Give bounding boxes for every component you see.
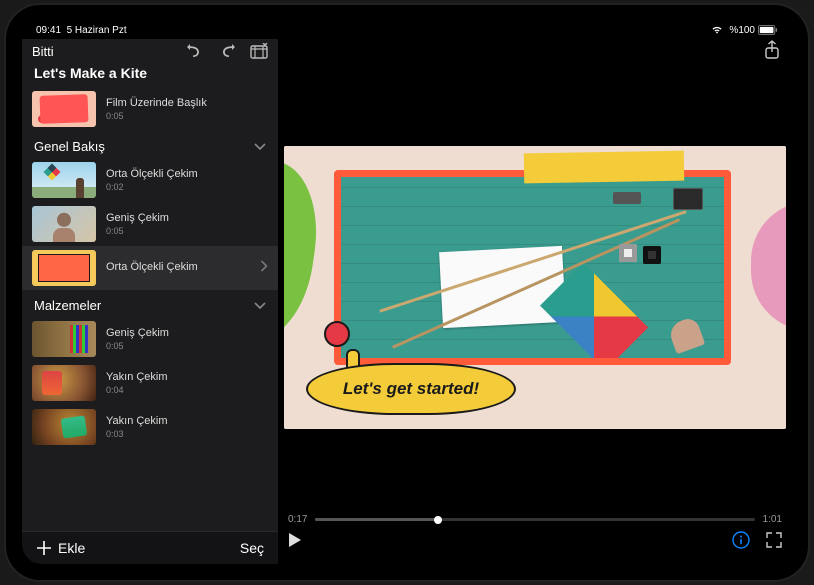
bubble-text: Let's get started!	[343, 379, 479, 399]
timeline: 0:17 1:01	[288, 514, 782, 525]
video-area[interactable]: Let's get started!	[278, 65, 792, 510]
status-date: 5 Haziran Pzt	[67, 25, 127, 36]
screen: 09:41 5 Haziran Pzt %100 Bitti	[22, 21, 792, 564]
status-right: %100	[711, 25, 778, 36]
clip-info: Orta Ölçekli Çekim	[106, 261, 250, 275]
chevron-right-icon	[260, 259, 268, 277]
ipad-frame: 09:41 5 Haziran Pzt %100 Bitti	[6, 5, 808, 580]
clip-row[interactable]: Geniş Çekim 0:05	[22, 317, 278, 361]
clip-duration: 0:05	[106, 111, 268, 121]
scrubber-track[interactable]	[315, 518, 754, 521]
clip-info: Geniş Çekim 0:05	[106, 212, 268, 236]
section-title: Malzemeler	[34, 298, 101, 313]
chevron-down-icon	[254, 298, 266, 313]
speech-bubble: Let's get started!	[306, 363, 516, 415]
clip-thumbnail	[32, 250, 96, 286]
playback-controls: 0:17 1:01	[278, 510, 792, 564]
status-time: 09:41	[36, 25, 61, 36]
tape-roll	[619, 244, 637, 262]
clip-duration: 0:05	[106, 341, 268, 351]
clip-thumbnail	[32, 206, 96, 242]
video-frame: Let's get started!	[284, 146, 786, 428]
sidebar: Bitti Let's Make a Kite	[22, 39, 278, 564]
undo-button[interactable]	[186, 44, 204, 58]
clip-row[interactable]: Geniş Çekim 0:05	[22, 202, 278, 246]
share-button[interactable]	[764, 40, 780, 65]
project-title: Let's Make a Kite	[22, 61, 278, 87]
clip-thumbnail	[32, 321, 96, 357]
scrubber-playhead[interactable]	[434, 516, 442, 524]
section-header-overview[interactable]: Genel Bakış	[22, 131, 278, 158]
clip-thumbnail	[32, 409, 96, 445]
clip-row[interactable]: Yakın Çekim 0:04	[22, 361, 278, 405]
clip-label: Orta Ölçekli Çekim	[106, 168, 268, 180]
add-label: Ekle	[58, 540, 85, 556]
clip-label: Film Üzerinde Başlık	[106, 97, 268, 109]
clip-label: Yakın Çekim	[106, 371, 268, 383]
share-icon	[764, 40, 780, 60]
scrubber-fill	[315, 518, 438, 521]
time-current: 0:17	[288, 514, 307, 525]
fullscreen-button[interactable]	[766, 532, 782, 553]
main-content: Bitti Let's Make a Kite	[22, 39, 792, 564]
add-button[interactable]: Ekle	[36, 540, 85, 556]
sidebar-header: Bitti	[22, 39, 278, 61]
time-total: 1:01	[763, 514, 782, 525]
redo-button[interactable]	[218, 44, 236, 58]
preview-toolbar	[278, 39, 792, 65]
clip-info: Yakın Çekim 0:04	[106, 371, 268, 395]
preview-pane: Let's get started! 0:17 1:01	[278, 39, 792, 564]
clip-label: Geniş Çekim	[106, 212, 268, 224]
play-icon	[288, 532, 302, 548]
storyboard-button[interactable]	[250, 43, 268, 59]
battery-icon	[758, 25, 778, 35]
chevron-down-icon	[254, 139, 266, 154]
tool-case	[673, 188, 703, 210]
status-bar: 09:41 5 Haziran Pzt %100	[22, 21, 792, 39]
clip-duration: 0:03	[106, 429, 268, 439]
header-icons	[186, 43, 268, 59]
clip-duration: 0:02	[106, 182, 268, 192]
tools-group	[613, 188, 713, 242]
battery-indicator: %100	[729, 25, 778, 36]
decor-red-dot	[324, 321, 350, 347]
clip-info: Orta Ölçekli Çekim 0:02	[106, 168, 268, 192]
clip-label: Yakın Çekim	[106, 415, 268, 427]
info-icon	[732, 531, 750, 549]
title-clip-row[interactable]: Film Üzerinde Başlık 0:05	[22, 87, 278, 131]
play-button[interactable]	[288, 532, 302, 553]
section-title: Genel Bakış	[34, 139, 105, 154]
clip-row[interactable]: Yakın Çekim 0:03	[22, 405, 278, 449]
clip-info: Yakın Çekim 0:03	[106, 415, 268, 439]
clip-thumbnail	[32, 91, 96, 127]
plus-icon	[36, 540, 52, 556]
clip-thumbnail	[32, 365, 96, 401]
control-right	[732, 531, 782, 554]
section-header-materials[interactable]: Malzemeler	[22, 290, 278, 317]
clip-label: Orta Ölçekli Çekim	[106, 261, 250, 273]
sidebar-footer: Ekle Seç	[22, 531, 278, 564]
info-button[interactable]	[732, 531, 750, 554]
clip-row-selected[interactable]: Orta Ölçekli Çekim	[22, 246, 278, 290]
expand-icon	[766, 532, 782, 548]
clip-info: Geniş Çekim 0:05	[106, 327, 268, 351]
battery-pct: %100	[729, 25, 755, 36]
status-left: 09:41 5 Haziran Pzt	[36, 25, 127, 36]
scissors	[613, 192, 641, 204]
control-row	[288, 531, 782, 554]
clip-row[interactable]: Orta Ölçekli Çekim 0:02	[22, 158, 278, 202]
wifi-icon	[711, 25, 723, 35]
clip-duration: 0:04	[106, 385, 268, 395]
clip-duration: 0:05	[106, 226, 268, 236]
done-button[interactable]: Bitti	[32, 44, 54, 59]
clip-list[interactable]: Film Üzerinde Başlık 0:05 Genel Bakış Or…	[22, 87, 278, 531]
decor-yellow-tape	[524, 151, 684, 184]
clip-thumbnail	[32, 162, 96, 198]
clip-info: Film Üzerinde Başlık 0:05	[106, 97, 268, 121]
clip-label: Geniş Çekim	[106, 327, 268, 339]
select-button[interactable]: Seç	[240, 540, 264, 556]
tape-roll	[643, 246, 661, 264]
preview-photo-card	[334, 170, 731, 364]
